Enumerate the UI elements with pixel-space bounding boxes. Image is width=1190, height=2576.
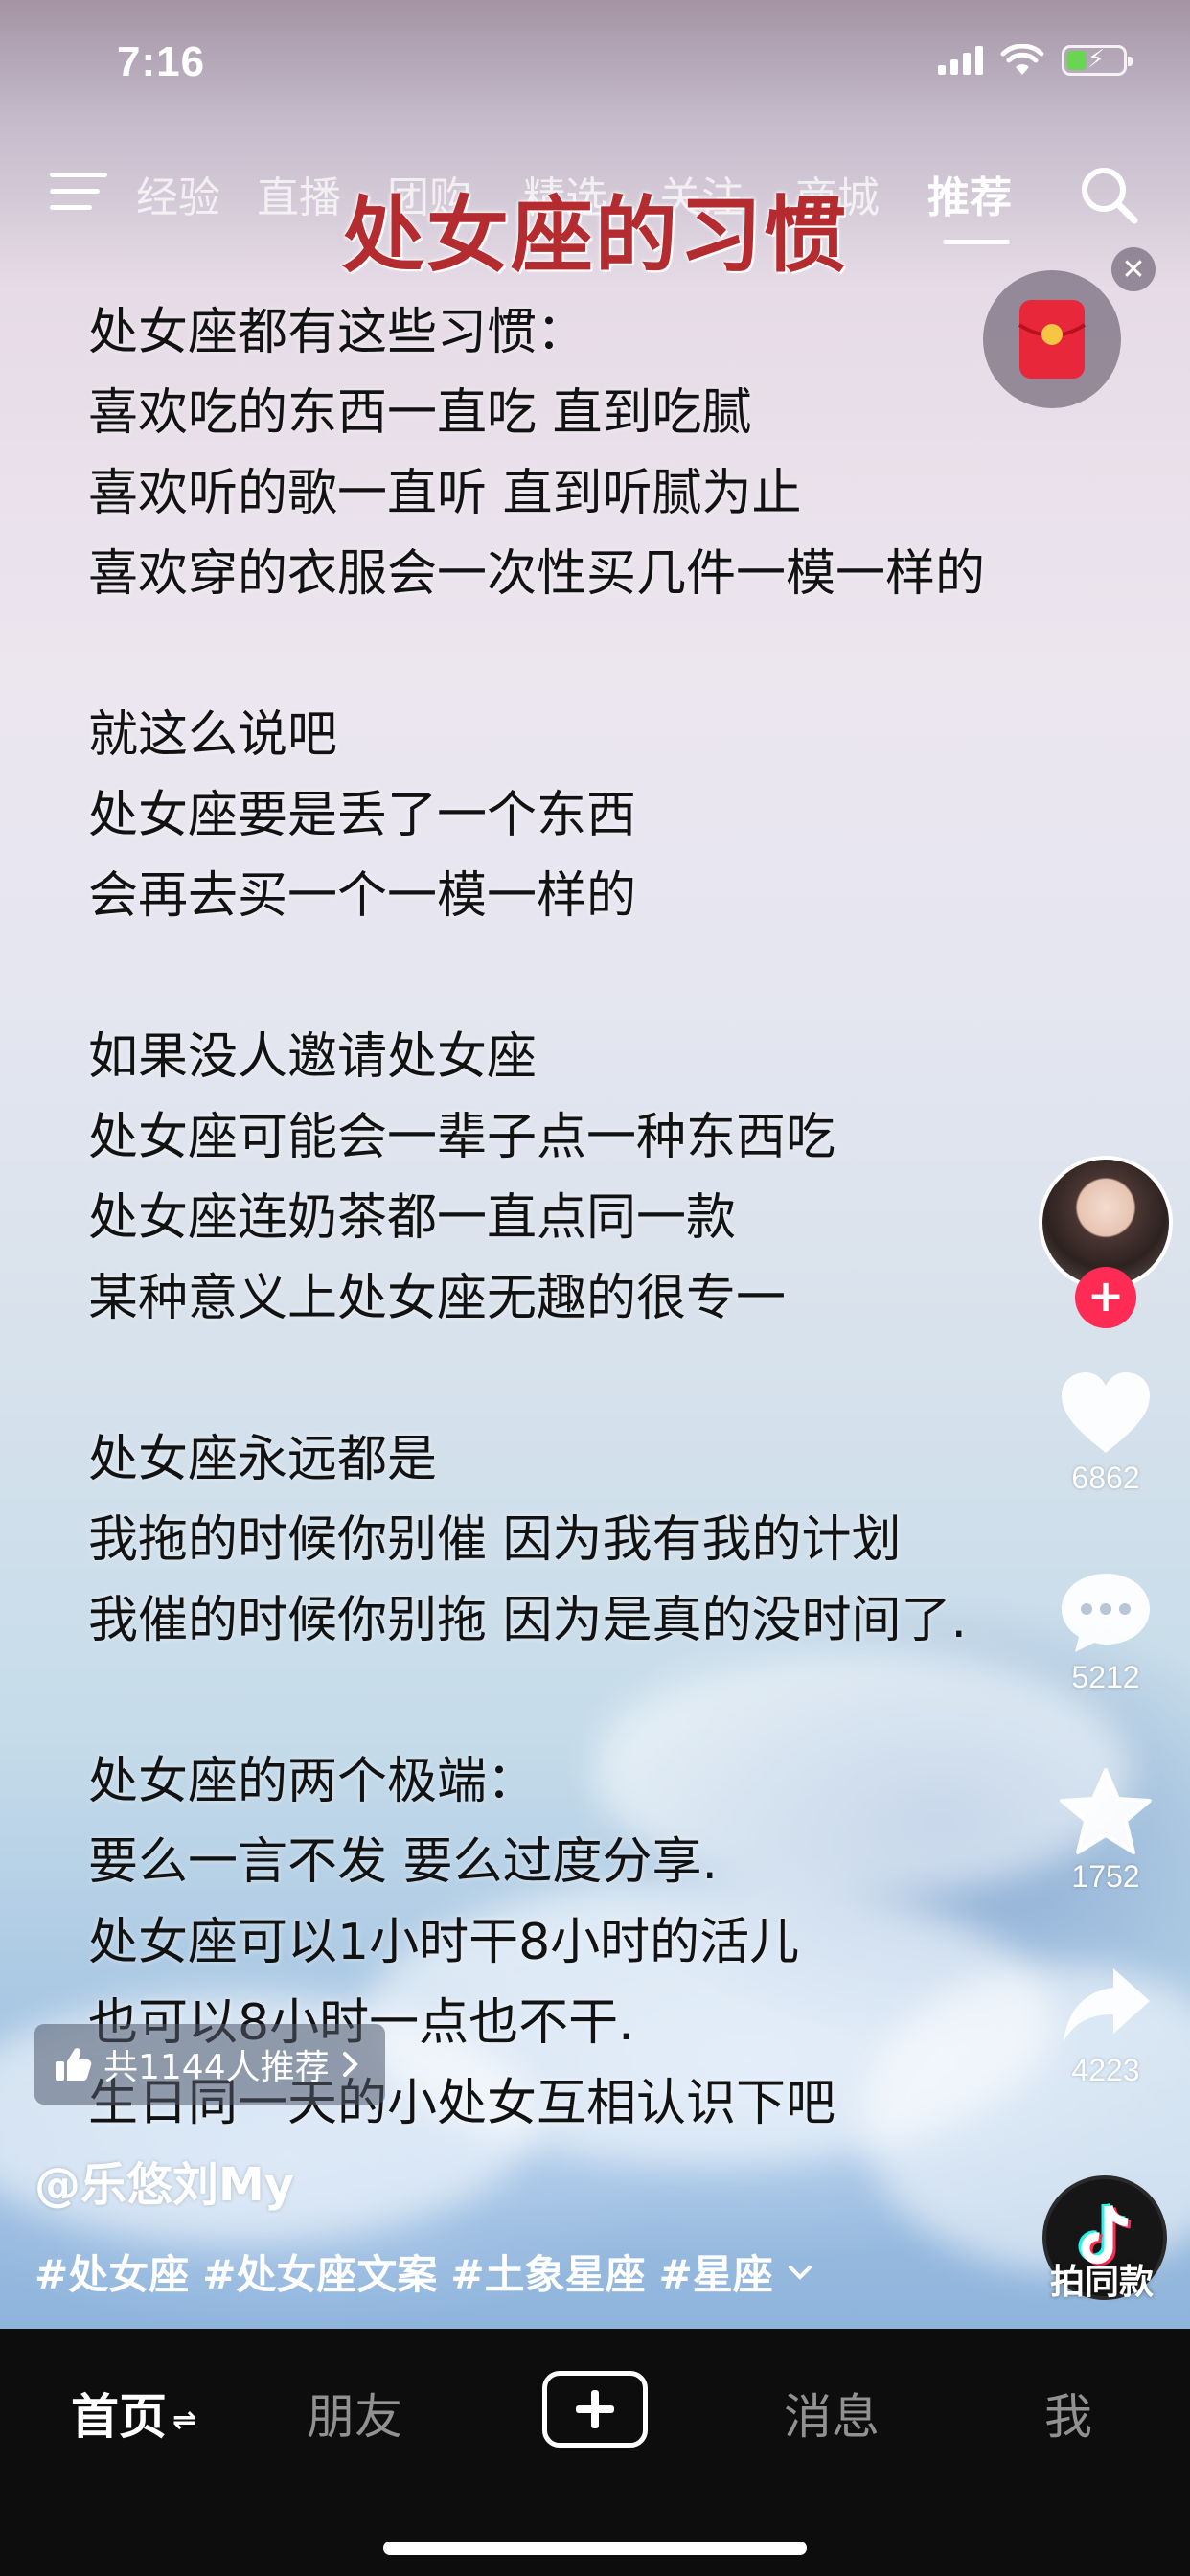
- star-icon: [1060, 1768, 1152, 1854]
- bottom-nav: 首页 ⇌ 朋友 消息 我: [0, 2329, 1190, 2576]
- caption-line: [88, 614, 1123, 695]
- tab-home[interactable]: 首页 ⇌: [71, 2379, 196, 2448]
- hashtag[interactable]: #土象星座: [450, 2242, 645, 2301]
- wifi-icon: [1000, 44, 1044, 75]
- share-button[interactable]: 4223: [1039, 1963, 1173, 2088]
- caption-line: 处女座永远都是: [88, 1431, 438, 1488]
- recommend-pill[interactable]: 共1144人推荐: [34, 2024, 385, 2104]
- like-count: 6862: [1071, 1460, 1140, 1495]
- caption-line: 处女座都有这些习惯：: [88, 304, 587, 361]
- caption-line: [88, 936, 1123, 1017]
- comment-count: 5212: [1071, 1660, 1140, 1694]
- comment-icon: [1062, 1574, 1150, 1652]
- same-style-label[interactable]: 拍同款: [1050, 2254, 1154, 2304]
- close-icon[interactable]: ✕: [1111, 247, 1156, 291]
- tab-home-label: 首页: [71, 2389, 167, 2445]
- caption-line: 会再去买一个一模一样的: [88, 867, 637, 925]
- tab-me[interactable]: 我: [1044, 2379, 1092, 2448]
- caption-line: 处女座可以1小时干8小时的活儿: [88, 1914, 800, 1971]
- video-screen[interactable]: 7:16 ⚡ 经验 直播 团购 精选 关注 商城 推荐 处女座的习惯 ✕ 处女座…: [0, 0, 1190, 2329]
- caption-line: 某种意义上处女座无趣的很专一: [88, 1270, 787, 1327]
- share-arrow-icon: [1064, 1968, 1150, 2041]
- hashtag[interactable]: #处女座文案: [202, 2242, 437, 2301]
- caption-line: 处女座连奶茶都一直点同一款: [88, 1189, 737, 1247]
- caption-line: 喜欢穿的衣服会一次性买几件一模一样的: [88, 545, 986, 603]
- status-time: 7:16: [117, 38, 206, 85]
- chevron-down-icon[interactable]: [787, 2263, 813, 2282]
- caption-line: 如果没人邀请处女座: [88, 1028, 538, 1086]
- video-headline: 处女座的习惯: [342, 188, 848, 284]
- follow-button[interactable]: +: [1075, 1267, 1136, 1328]
- caption-line: 处女座要是丢了一个东西: [88, 787, 637, 844]
- caption-line: 处女座可能会一辈子点一种东西吃: [88, 1109, 836, 1166]
- tab-friends[interactable]: 朋友: [307, 2379, 402, 2448]
- heart-icon: [1062, 1372, 1150, 1453]
- plus-icon: [576, 2390, 614, 2428]
- hashtag-list: #处女座 #处女座文案 #土象星座 #星座: [34, 2242, 813, 2301]
- comment-button[interactable]: 5212: [1039, 1570, 1173, 1695]
- share-count: 4223: [1071, 2053, 1140, 2087]
- favorite-count: 1752: [1071, 1859, 1140, 1894]
- favorite-button[interactable]: 1752: [1039, 1767, 1173, 1895]
- thumbs-up-icon: [56, 2048, 92, 2081]
- tab-messages[interactable]: 消息: [784, 2379, 880, 2448]
- status-icons: ⚡: [938, 44, 1133, 77]
- caption-line: 我拖的时候你别催 因为我有我的计划: [88, 1511, 902, 1569]
- recommend-count: 共1144人推荐: [103, 2048, 330, 2087]
- signal-icon: [938, 46, 983, 75]
- create-button[interactable]: [542, 2371, 648, 2448]
- caption-line: 要么一言不发 要么过度分享.: [88, 1833, 719, 1891]
- chevron-right-icon: [342, 2052, 358, 2077]
- caption-line: [88, 1661, 1123, 1741]
- caption-line: 就这么说吧: [88, 706, 338, 764]
- video-caption-text: 处女座都有这些习惯： 喜欢吃的东西一直吃 直到吃腻 喜欢听的歌一直听 直到听腻为…: [88, 292, 1123, 2144]
- hashtag[interactable]: #处女座: [34, 2242, 189, 2301]
- like-button[interactable]: 6862: [1039, 1370, 1173, 1496]
- refresh-icon: ⇌: [172, 2404, 197, 2437]
- caption-line: 喜欢吃的东西一直吃 直到吃腻: [88, 384, 752, 442]
- author-name[interactable]: @乐悠刘My: [34, 2147, 294, 2214]
- hashtag[interactable]: #星座: [659, 2242, 773, 2301]
- battery-icon: ⚡: [1062, 45, 1133, 76]
- caption-line: 处女座的两个极端：: [88, 1753, 538, 1810]
- caption-line: 我催的时候你别拖 因为是真的没时间了.: [88, 1592, 968, 1649]
- caption-line: 喜欢听的歌一直听 直到听腻为止: [88, 465, 802, 522]
- caption-line: [88, 1339, 1123, 1419]
- home-indicator: [383, 2542, 807, 2555]
